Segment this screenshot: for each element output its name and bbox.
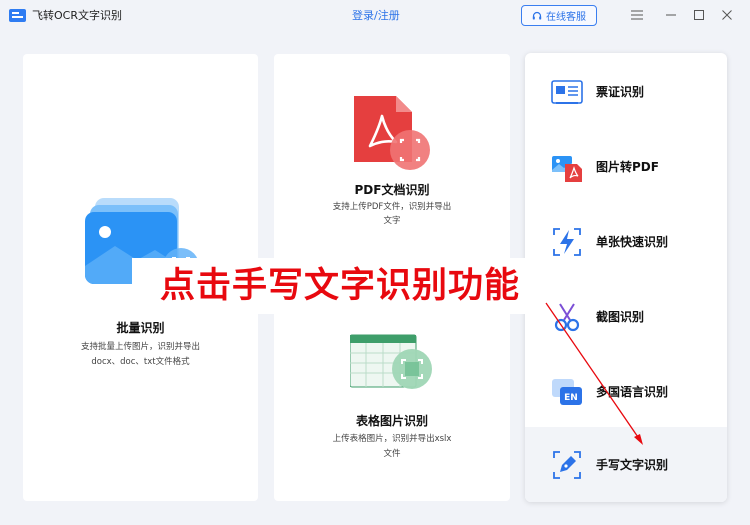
- pdf-recognition-card[interactable]: PDF文档识别 支持上传PDF文件，识别并导出 文字: [274, 54, 510, 279]
- spreadsheet-icon: [350, 334, 432, 389]
- headset-icon: [532, 11, 542, 19]
- annotation-callout: 点击手写文字识别功能: [132, 258, 548, 314]
- lightning-icon: [553, 227, 581, 256]
- pen-icon: [553, 450, 581, 479]
- side-item-label: 手写文字识别: [596, 458, 669, 472]
- side-item-label: 票证识别: [596, 85, 645, 99]
- batch-card-desc-line1: 支持批量上传图片，识别并导出: [80, 342, 200, 352]
- app-logo-icon: [9, 9, 26, 22]
- side-item-screenshot-recognition[interactable]: 截图识别: [525, 279, 727, 354]
- side-item-ticket-recognition[interactable]: 票证识别: [525, 54, 727, 129]
- table-card-desc-line1: 上传表格图片，识别并导出xslx: [332, 434, 452, 444]
- pdf-card-desc-line2: 文字: [383, 216, 401, 226]
- table-image-recognition-card[interactable]: 表格图片识别 上传表格图片，识别并导出xslx 文件: [274, 285, 510, 501]
- table-card-desc-line2: 文件: [383, 449, 401, 459]
- title-bar: 飞转OCR文字识别 登录/注册 在线客服: [0, 0, 750, 32]
- id-card-icon: [551, 79, 583, 104]
- maximize-button[interactable]: [690, 6, 708, 24]
- svg-text:EN: EN: [564, 393, 578, 403]
- minimize-icon: [666, 14, 676, 16]
- side-item-handwriting-recognition[interactable]: 手写文字识别: [525, 427, 727, 502]
- online-service-button[interactable]: 在线客服: [521, 5, 597, 26]
- table-card-title: 表格图片识别: [355, 414, 428, 428]
- side-item-label: 图片转PDF: [596, 160, 659, 174]
- online-service-label: 在线客服: [546, 12, 586, 23]
- side-item-multilingual-recognition[interactable]: EN 多国语言识别: [525, 354, 727, 429]
- minimize-button[interactable]: [662, 6, 680, 24]
- side-item-label: 单张快速识别: [596, 235, 669, 249]
- side-item-label: 截图识别: [596, 310, 645, 324]
- pdf-card-title: PDF文档识别: [354, 183, 430, 197]
- pdf-card-desc-line1: 支持上传PDF文件，识别并导出: [332, 202, 452, 212]
- pdf-file-icon: [354, 96, 430, 170]
- image-to-pdf-icon: [552, 155, 582, 182]
- close-button[interactable]: [718, 6, 736, 24]
- login-register-link[interactable]: 登录/注册: [352, 8, 400, 23]
- side-item-label: 多国语言识别: [596, 385, 669, 399]
- side-item-image-to-pdf[interactable]: 图片转PDF: [525, 129, 727, 204]
- app-title: 飞转OCR文字识别: [32, 9, 122, 22]
- side-item-quick-single-recognition[interactable]: 单张快速识别: [525, 204, 727, 279]
- close-icon: [722, 10, 732, 20]
- menu-button[interactable]: [628, 6, 646, 24]
- batch-card-title: 批量识别: [116, 321, 165, 335]
- language-en-icon: EN: [552, 378, 582, 405]
- menu-icon: [631, 10, 643, 20]
- feature-side-panel: 票证识别 图片转PDF 单张快速识别 截图识别 EN 多国语言识别 手写文字识别: [525, 53, 727, 502]
- maximize-icon: [694, 10, 704, 20]
- scissors-icon: [554, 302, 580, 331]
- batch-card-desc-line2: docx、doc、txt文件格式: [91, 357, 190, 367]
